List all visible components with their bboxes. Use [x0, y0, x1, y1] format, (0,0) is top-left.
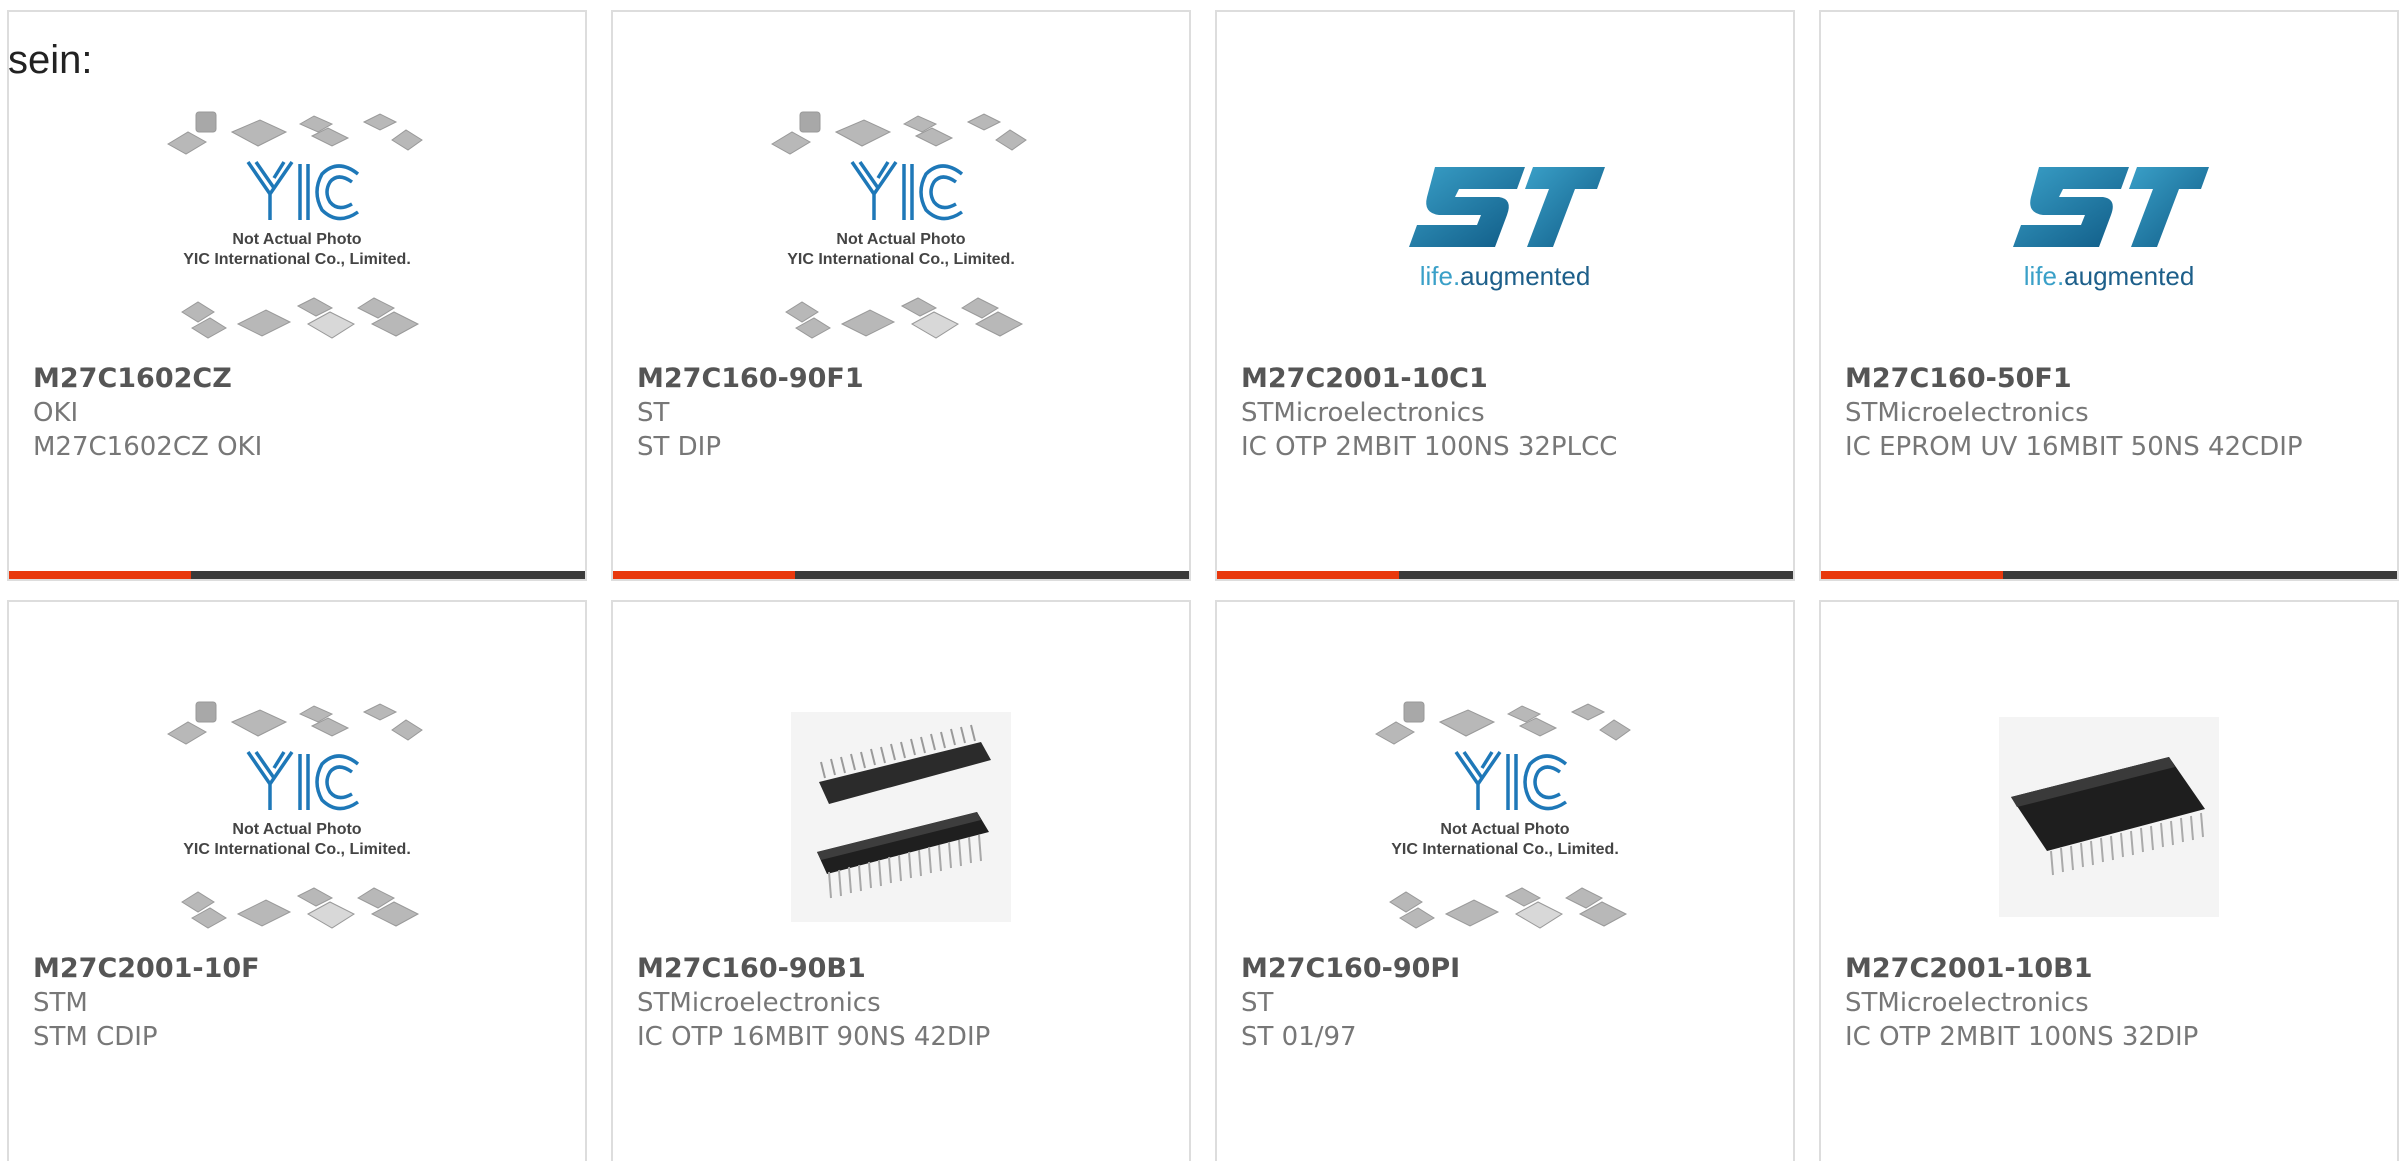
svg-text:Not Actual Photo: Not Actual Photo: [836, 231, 965, 248]
yic-placeholder-image: Not Actual Photo YIC International Co., …: [771, 111, 1027, 339]
product-description: STM CDIP: [33, 1022, 158, 1052]
part-number[interactable]: M27C160-90PI: [1241, 952, 1771, 986]
product-card[interactable]: Not Actual Photo YIC International Co., …: [7, 10, 587, 581]
product-description: IC EPROM UV 16MBIT 50NS 42CDIP: [1845, 432, 2303, 462]
manufacturer: STMicroelectronics: [1241, 398, 1485, 428]
product-image: life.augmented: [1217, 92, 1793, 362]
svg-text:Not Actual Photo: Not Actual Photo: [232, 821, 361, 838]
manufacturer: ST: [1241, 988, 1274, 1018]
part-number[interactable]: M27C160-50F1: [1845, 362, 2375, 396]
product-grid: Not Actual Photo YIC International Co., …: [0, 0, 2400, 1161]
st-logo-image: life.augmented: [1409, 167, 1605, 291]
product-info: M27C160-90F1 ST ST DIP: [637, 362, 1167, 464]
product-info: M27C2001-10B1 STMicroelectronics IC OTP …: [1845, 952, 2375, 1054]
card-bottom-bar: [613, 571, 1189, 579]
product-card[interactable]: M27C160-90B1 STMicroelectronics IC OTP 1…: [611, 600, 1191, 1161]
st-logo-image: life.augmented: [2013, 167, 2209, 291]
card-bottom-bar: [1217, 571, 1793, 579]
product-description: IC OTP 2MBIT 100NS 32DIP: [1845, 1022, 2199, 1052]
product-info: M27C2001-10F STM STM CDIP: [33, 952, 563, 1054]
manufacturer: ST: [637, 398, 670, 428]
product-card[interactable]: life.augmented M27C2001-10C1 STMicroelec…: [1215, 10, 1795, 581]
product-description: IC OTP 2MBIT 100NS 32PLCC: [1241, 432, 1618, 462]
product-image: Not Actual Photo YIC International Co., …: [613, 92, 1189, 362]
part-number[interactable]: M27C2001-10B1: [1845, 952, 2375, 986]
product-image: Not Actual Photo YIC International Co., …: [1217, 682, 1793, 952]
svg-text:YIC International Co., Limited: YIC International Co., Limited.: [1391, 841, 1619, 858]
svg-text:life.augmented: life.augmented: [2024, 261, 2195, 291]
manufacturer: STM: [33, 988, 88, 1018]
svg-text:YIC International Co., Limited: YIC International Co., Limited.: [183, 251, 411, 268]
yic-placeholder-image: Not Actual Photo YIC International Co., …: [167, 701, 423, 929]
part-number[interactable]: M27C1602CZ: [33, 362, 563, 396]
svg-text:YIC International Co., Limited: YIC International Co., Limited.: [183, 841, 411, 858]
product-listing-page: sein: Not Actual Photo YIC International…: [0, 0, 2400, 1161]
product-info: M27C1602CZ OKI M27C1602CZ OKI: [33, 362, 563, 464]
card-bottom-bar: [9, 571, 585, 579]
product-info: M27C2001-10C1 STMicroelectronics IC OTP …: [1241, 362, 1771, 464]
product-description: M27C1602CZ OKI: [33, 432, 263, 462]
product-card[interactable]: Not Actual Photo YIC International Co., …: [611, 10, 1191, 581]
svg-text:Not Actual Photo: Not Actual Photo: [232, 231, 361, 248]
product-card[interactable]: Not Actual Photo YIC International Co., …: [1215, 600, 1795, 1161]
product-info: M27C160-50F1 STMicroelectronics IC EPROM…: [1845, 362, 2375, 464]
part-number[interactable]: M27C2001-10C1: [1241, 362, 1771, 396]
manufacturer: STMicroelectronics: [1845, 988, 2089, 1018]
card-bottom-bar: [1821, 571, 2397, 579]
yic-placeholder-image: Not Actual Photo YIC International Co., …: [167, 111, 423, 339]
svg-text:YIC International Co., Limited: YIC International Co., Limited.: [787, 251, 1015, 268]
product-image: Not Actual Photo YIC International Co., …: [9, 682, 585, 952]
single-dip-chip-photo: [1999, 717, 2219, 917]
product-image: [613, 682, 1189, 952]
part-number[interactable]: M27C160-90B1: [637, 952, 1167, 986]
manufacturer: OKI: [33, 398, 79, 428]
card-accent: [1821, 571, 2003, 579]
product-description: ST 01/97: [1241, 1022, 1357, 1052]
product-card[interactable]: life.augmented M27C160-50F1 STMicroelect…: [1819, 10, 2399, 581]
manufacturer: STMicroelectronics: [637, 988, 881, 1018]
product-info: M27C160-90B1 STMicroelectronics IC OTP 1…: [637, 952, 1167, 1054]
product-image: [1821, 682, 2397, 952]
svg-text:Not Actual Photo: Not Actual Photo: [1440, 821, 1569, 838]
dual-dip-chip-photo: [791, 712, 1011, 922]
manufacturer: STMicroelectronics: [1845, 398, 2089, 428]
product-description: IC OTP 16MBIT 90NS 42DIP: [637, 1022, 991, 1052]
yic-placeholder-image: Not Actual Photo YIC International Co., …: [1375, 701, 1631, 929]
product-card[interactable]: M27C2001-10B1 STMicroelectronics IC OTP …: [1819, 600, 2399, 1161]
product-info: M27C160-90PI ST ST 01/97: [1241, 952, 1771, 1054]
product-description: ST DIP: [637, 432, 722, 462]
part-number[interactable]: M27C2001-10F: [33, 952, 563, 986]
product-image: life.augmented: [1821, 92, 2397, 362]
part-number[interactable]: M27C160-90F1: [637, 362, 1167, 396]
product-image: Not Actual Photo YIC International Co., …: [9, 92, 585, 362]
card-accent: [613, 571, 795, 579]
card-accent: [9, 571, 191, 579]
product-card[interactable]: Not Actual Photo YIC International Co., …: [7, 600, 587, 1161]
intro-text: sein:: [8, 38, 93, 82]
card-accent: [1217, 571, 1399, 579]
svg-text:life.augmented: life.augmented: [1420, 261, 1591, 291]
